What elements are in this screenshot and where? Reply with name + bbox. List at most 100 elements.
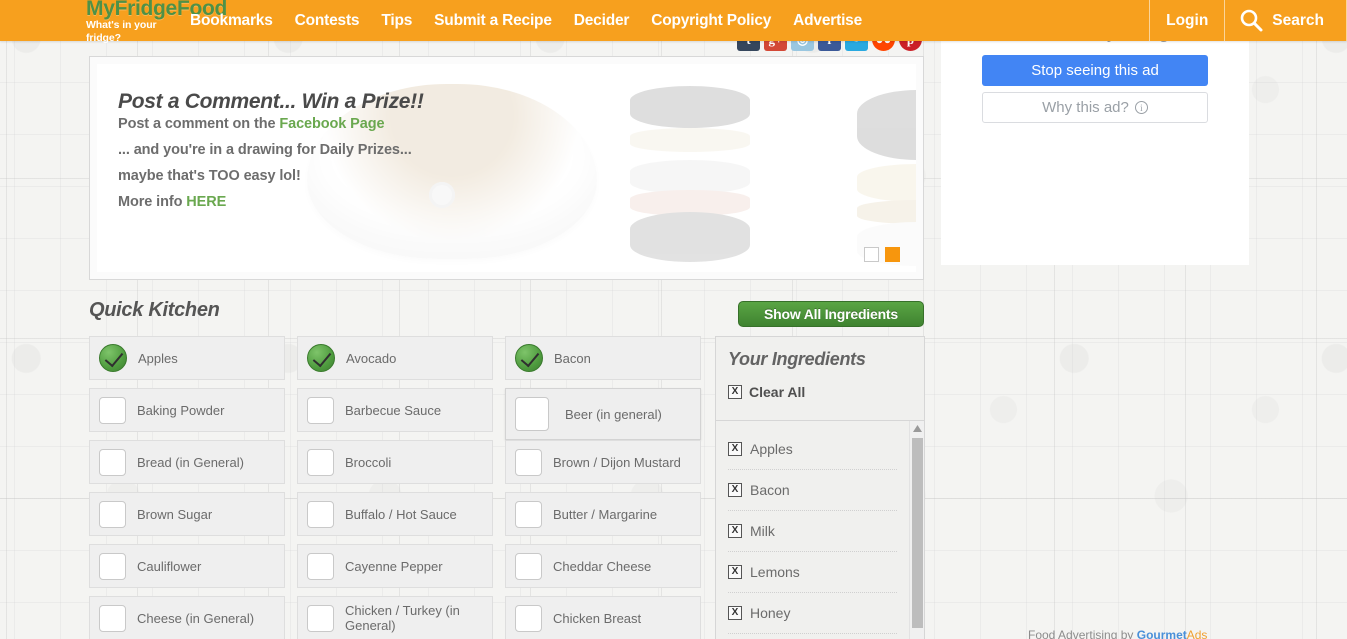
- checkbox-unchecked-icon[interactable]: [307, 396, 334, 424]
- site-header: MyFridgeFood What's in your fridge? Book…: [0, 0, 1347, 44]
- ingredient-label: Butter / Margarine: [553, 506, 658, 522]
- ingredient-label: Beer (in general): [565, 406, 662, 422]
- checkbox-unchecked-icon[interactable]: [99, 604, 126, 632]
- checkbox-unchecked-icon[interactable]: [307, 552, 334, 580]
- ingredient-label: Cauliflower: [137, 558, 202, 574]
- why-this-ad-button[interactable]: Why this ad? i: [982, 92, 1208, 123]
- selected-ingredient-item[interactable]: X Lemons: [728, 552, 897, 593]
- ingredient-column-2: Avocado Barbecue Sauce Broccoli Buffalo / H…: [297, 336, 493, 639]
- ingredient-label: Barbecue Sauce: [345, 402, 442, 418]
- checkbox-unchecked-icon[interactable]: [99, 500, 126, 528]
- scroll-up-arrow-icon[interactable]: [910, 421, 924, 436]
- selected-ingredient-item[interactable]: X Honey: [728, 593, 897, 634]
- checkbox-unchecked-icon[interactable]: [515, 397, 549, 431]
- remove-ingredient-icon[interactable]: X: [728, 606, 742, 620]
- remove-ingredient-icon[interactable]: X: [728, 524, 742, 538]
- nav-link-advertise[interactable]: Advertise: [793, 12, 862, 30]
- checkbox-unchecked-icon[interactable]: [515, 500, 542, 528]
- clear-all-button[interactable]: X Clear All: [728, 384, 912, 400]
- site-logo[interactable]: MyFridgeFood What's in your fridge?: [0, 0, 227, 44]
- nav-link-bookmarks[interactable]: Bookmarks: [190, 12, 273, 30]
- ingredient-column-1: Apples Baking Powder Bread (in General) Bro…: [89, 336, 285, 639]
- checkbox-unchecked-icon[interactable]: [99, 396, 126, 424]
- ingredient-item[interactable]: Broccoli: [297, 440, 493, 484]
- promo-headline: Post a Comment... Win a Prize!!: [118, 90, 424, 113]
- ingredient-label: Apples: [138, 350, 178, 366]
- logo-tagline: What's in your fridge?: [86, 19, 157, 44]
- promo-banner[interactable]: Post a Comment... Win a Prize!! Post a c…: [89, 56, 924, 280]
- why-this-ad-label: Why this ad?: [1042, 99, 1129, 116]
- ingredient-label: Buffalo / Hot Sauce: [345, 506, 457, 522]
- checkbox-unchecked-icon[interactable]: [307, 604, 334, 632]
- promo-dot-slide-2[interactable]: [885, 247, 900, 262]
- gourmet-ads-footer: Food Advertising by GourmetAds: [1028, 628, 1207, 639]
- ingredient-item[interactable]: Chicken Breast: [505, 596, 701, 639]
- selected-ingredient-label: Bacon: [750, 482, 790, 498]
- promo-pagination[interactable]: [864, 247, 900, 262]
- ingredient-item[interactable]: Bacon: [505, 336, 701, 380]
- checkbox-unchecked-icon[interactable]: [515, 448, 542, 476]
- ingredient-item[interactable]: Baking Powder: [89, 388, 285, 432]
- nav-link-copyright-policy[interactable]: Copyright Policy: [651, 12, 771, 30]
- checkbox-unchecked-icon[interactable]: [515, 552, 542, 580]
- ingredient-label: Chicken / Turkey (in General): [345, 603, 460, 633]
- selected-ingredient-item[interactable]: X Bacon: [728, 470, 897, 511]
- search-button[interactable]: Search: [1224, 0, 1347, 41]
- remove-ingredient-icon[interactable]: X: [728, 565, 742, 579]
- checkbox-checked-icon[interactable]: [515, 344, 543, 372]
- selected-ingredient-label: Lemons: [750, 564, 800, 580]
- ingredient-item[interactable]: Apples: [89, 336, 285, 380]
- ingredient-label: Brown / Dijon Mustard: [553, 454, 681, 470]
- your-ingredients-scrollbar[interactable]: [909, 421, 924, 639]
- checkbox-unchecked-icon[interactable]: [99, 552, 126, 580]
- remove-ingredient-icon[interactable]: X: [728, 442, 742, 456]
- ingredient-item[interactable]: Buffalo / Hot Sauce: [297, 492, 493, 536]
- gourmet-ads-brand2: Ads: [1186, 628, 1208, 639]
- clear-all-label: Clear All: [749, 384, 806, 400]
- checkbox-checked-icon[interactable]: [307, 344, 335, 372]
- promo-line-4: More info HERE: [118, 194, 424, 210]
- more-info-here-link[interactable]: HERE: [186, 194, 226, 210]
- promo-dot-slide-1[interactable]: [864, 247, 879, 262]
- checkbox-unchecked-icon[interactable]: [99, 448, 126, 476]
- ingredient-item[interactable]: Brown / Dijon Mustard: [505, 440, 701, 484]
- ingredient-item[interactable]: Cayenne Pepper: [297, 544, 493, 588]
- facebook-page-link[interactable]: Facebook Page: [279, 116, 384, 132]
- login-button[interactable]: Login: [1149, 0, 1224, 41]
- nav-link-decider[interactable]: Decider: [574, 12, 630, 30]
- nav-link-tips[interactable]: Tips: [381, 12, 412, 30]
- selected-ingredient-item[interactable]: X Milk: [728, 511, 897, 552]
- sandwich-maker-exploded-image: [630, 86, 750, 266]
- checkbox-checked-icon[interactable]: [99, 344, 127, 372]
- remove-ingredient-icon[interactable]: X: [728, 483, 742, 497]
- checkbox-unchecked-icon[interactable]: [515, 604, 542, 632]
- gourmet-ads-brand: Gourmet: [1136, 628, 1187, 639]
- selected-ingredient-label: Milk: [750, 523, 775, 539]
- nav-link-submit-a-recipe[interactable]: Submit a Recipe: [434, 12, 552, 30]
- ingredient-label: Baking Powder: [137, 402, 225, 418]
- ingredient-item[interactable]: Barbecue Sauce: [297, 388, 493, 432]
- ingredient-item[interactable]: Avocado: [297, 336, 493, 380]
- ingredient-label: Chicken Breast: [553, 610, 642, 626]
- checkbox-unchecked-icon[interactable]: [307, 448, 334, 476]
- selected-ingredient-item[interactable]: X Apples: [728, 429, 897, 470]
- scrollbar-thumb[interactable]: [912, 438, 923, 628]
- ingredient-label: Brown Sugar: [137, 506, 213, 522]
- ingredient-item[interactable]: Brown Sugar: [89, 492, 285, 536]
- nav-link-contests[interactable]: Contests: [295, 12, 360, 30]
- stop-seeing-ad-button[interactable]: Stop seeing this ad: [982, 55, 1208, 86]
- ingredient-item[interactable]: Cheddar Cheese: [505, 544, 701, 588]
- promo-line-2: ... and you're in a drawing for Daily Pr…: [118, 142, 412, 158]
- promo-banner-inner: Post a Comment... Win a Prize!! Post a c…: [97, 64, 916, 272]
- ingredient-item[interactable]: Chicken / Turkey (in General): [297, 596, 493, 639]
- ingredient-item[interactable]: Cheese (in General): [89, 596, 285, 639]
- ingredient-item[interactable]: Beer (in general): [505, 388, 701, 440]
- your-ingredients-panel: Your Ingredients X Clear All X Apples X Bac…: [715, 336, 925, 639]
- your-ingredients-header: Your Ingredients X Clear All: [716, 337, 924, 421]
- ingredient-item[interactable]: Cauliflower: [89, 544, 285, 588]
- show-all-ingredients-button[interactable]: Show All Ingredients: [738, 301, 924, 327]
- info-icon: i: [1134, 101, 1148, 114]
- ingredient-item[interactable]: Butter / Margarine: [505, 492, 701, 536]
- checkbox-unchecked-icon[interactable]: [307, 500, 334, 528]
- ingredient-item[interactable]: Bread (in General): [89, 440, 285, 484]
